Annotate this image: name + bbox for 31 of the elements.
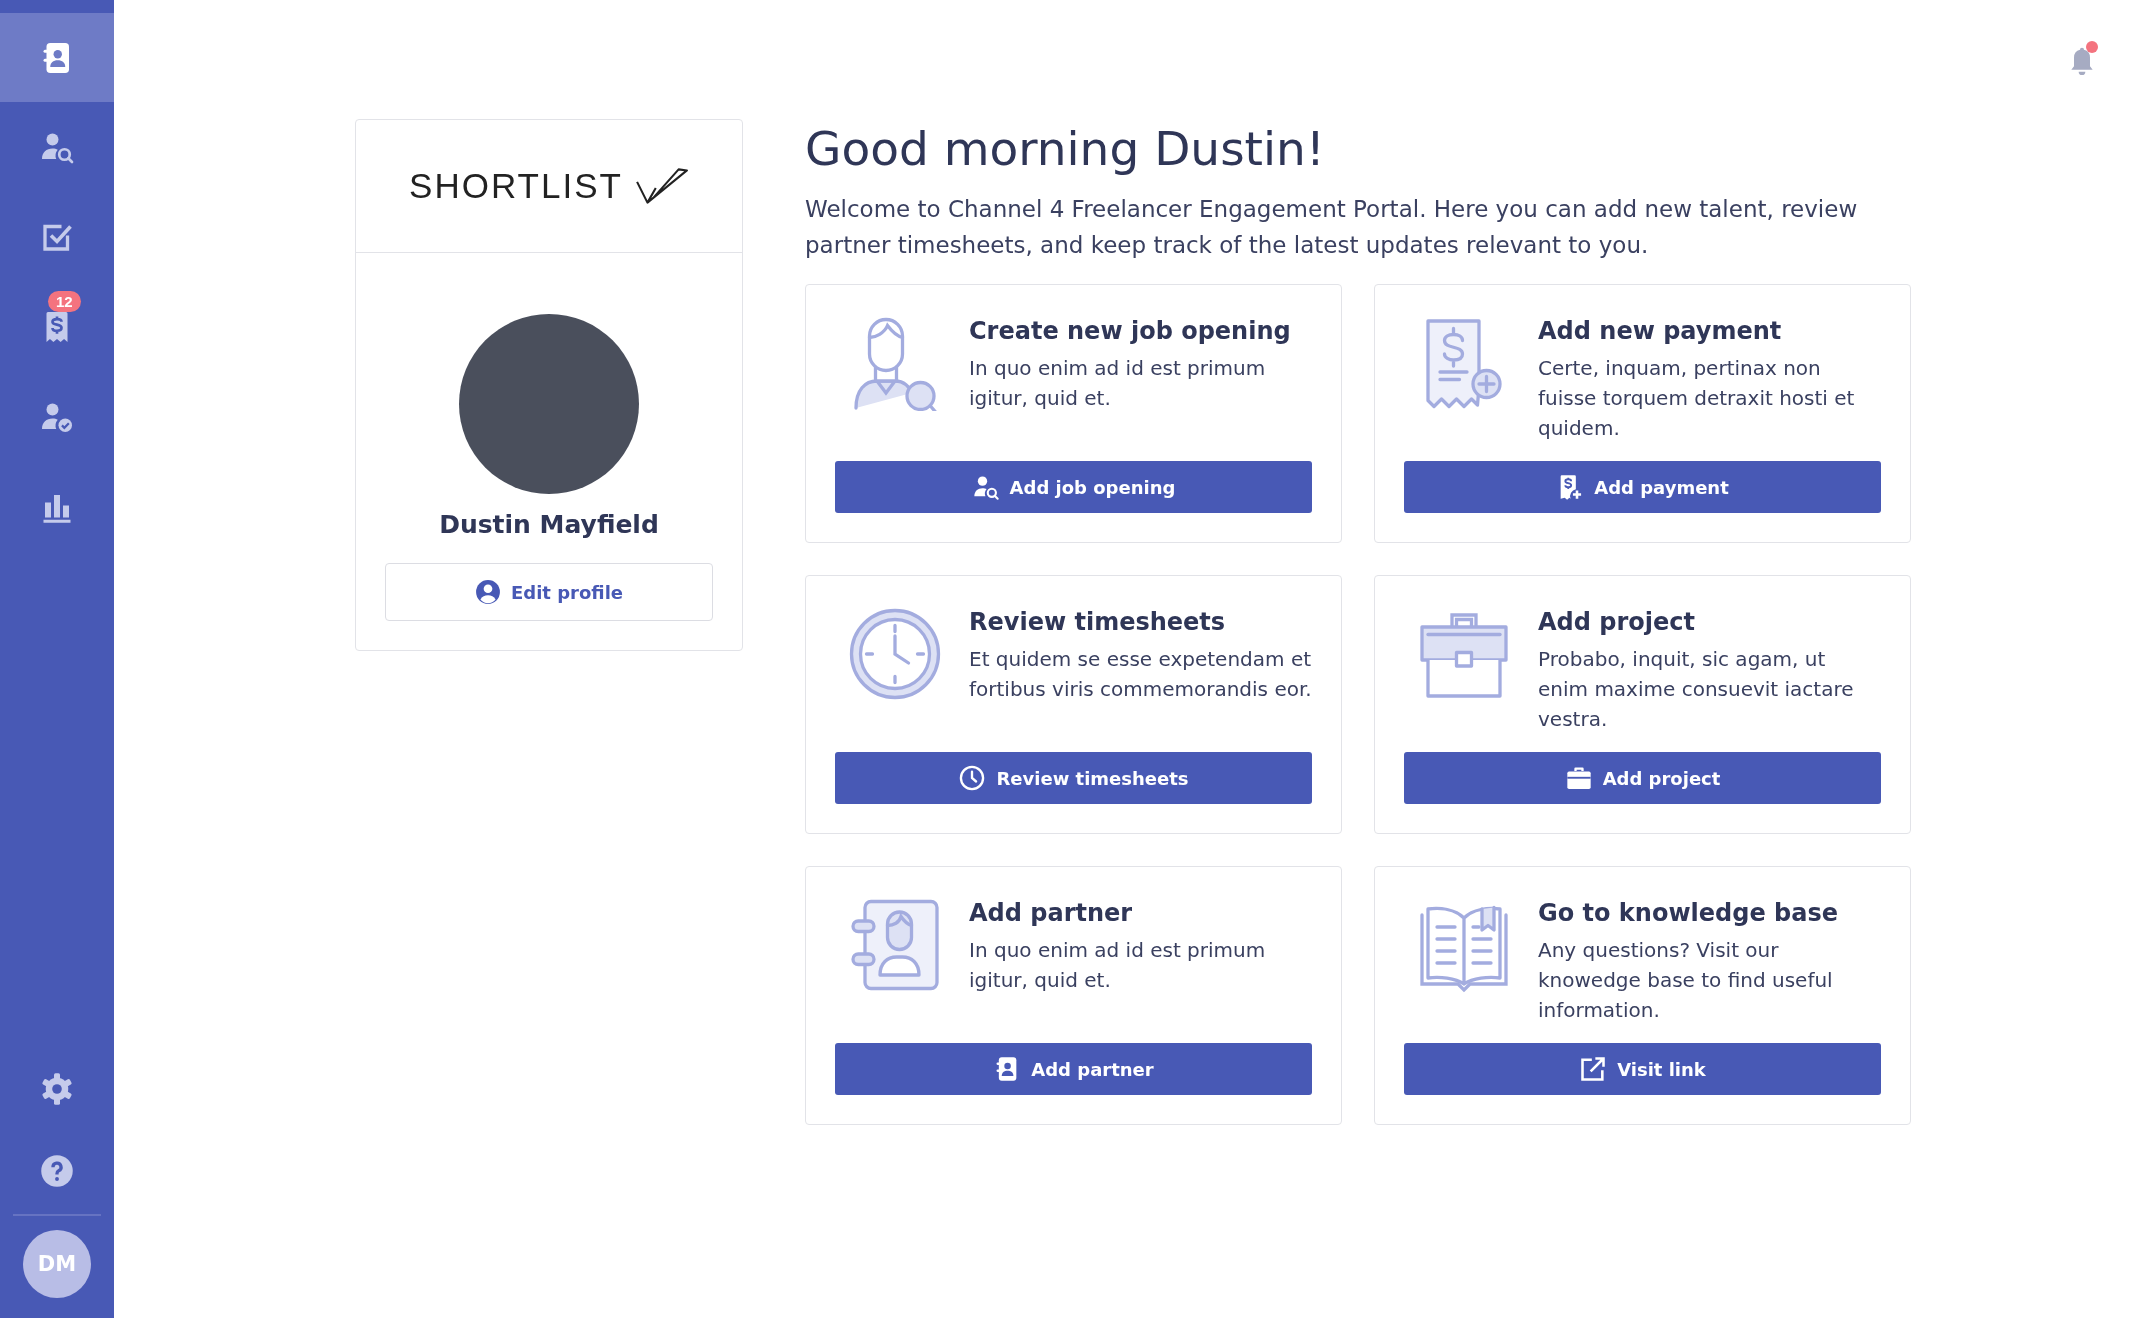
double-check-icon [634,167,689,205]
card-title: Create new job opening [969,317,1292,345]
settings-icon [39,1071,75,1107]
clock-icon [958,764,987,792]
card-description: Probabo, inquit, sic agam, ut enim maxime consuevit iactare vestra. [1538,646,1855,733]
notification-count-badge: 12 [48,291,81,312]
card-description: In quo enim ad id est primum igitur, quid et. [969,937,1267,994]
card-title: Add new payment [1538,317,1783,345]
card-description: Certe, inquam, pertinax non fuisse torquem detraxit hosti et quidem. [1538,355,1856,442]
user-circle-icon [474,579,501,605]
action-button[interactable]: Add partner [835,1043,1312,1095]
card-description: In quo enim ad id est primum igitur, quid et. [969,355,1267,412]
action-button[interactable]: Add job opening [835,461,1312,513]
profile-name: Dustin Mayfield [439,510,659,539]
nav-item[interactable] [0,13,114,102]
action-button[interactable]: Visit link [1404,1043,1881,1095]
logo-text: SHORTLIST [409,166,623,206]
card-title: Add project [1538,608,1696,636]
card-title: Add partner [969,899,1134,927]
intro-text: Welcome to Channel 4 Freelancer Engagement Portal. Here you can add new talent, review partner timesheets, and keep track of the latest updates relevant to you. [805,195,1859,260]
action-button[interactable]: Add project [1404,752,1881,804]
action-button[interactable]: Review timesheets [835,752,1312,804]
greeting-heading: Good morning Dustin! [805,120,1326,178]
card-title: Review timesheets [969,608,1227,636]
action-button[interactable]: Add payment [1404,461,1881,513]
card-title: Go to knowledge base [1538,899,1839,927]
help-icon [39,1153,75,1189]
edit-profile-button[interactable]: Edit profile [385,563,713,621]
external-link-icon [1579,1055,1608,1083]
card-description: Et quidem se esse expetendam et fortibus viris commemorandis eor. [969,646,1312,703]
card-description: Any questions? Visit our knowedge base to find useful information. [1538,937,1834,1024]
